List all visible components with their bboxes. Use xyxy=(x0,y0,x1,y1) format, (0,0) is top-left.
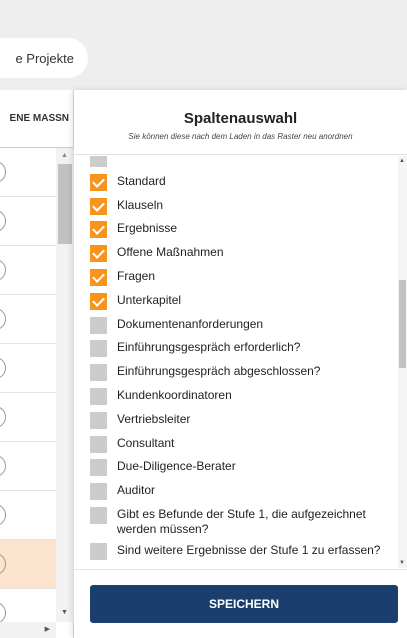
checkbox-unchecked[interactable] xyxy=(90,156,107,167)
column-option-label: Consultant xyxy=(117,435,175,450)
column-option[interactable]: Einführungsgespräch abgeschlossen? xyxy=(90,362,390,386)
table-row[interactable] xyxy=(0,246,56,295)
row-status-icon[interactable] xyxy=(0,357,6,379)
column-option[interactable]: Due-Diligence-Berater xyxy=(90,457,390,481)
checkbox-checked[interactable] xyxy=(90,245,107,263)
scroll-down-icon[interactable]: ▼ xyxy=(399,560,405,566)
column-option-label: Einführungsgespräch erforderlich? xyxy=(117,340,301,355)
column-option-label: Vertriebsleiter xyxy=(117,411,191,426)
projects-tab[interactable]: e Projekte xyxy=(0,38,88,78)
column-option[interactable]: Auditor xyxy=(90,481,390,505)
checkbox-unchecked[interactable] xyxy=(90,364,107,382)
row-status-icon[interactable] xyxy=(0,504,6,526)
column-option-label: Kundenkoordinatoren xyxy=(117,387,232,402)
table-row-selected[interactable] xyxy=(0,540,56,589)
column-option-label: Ergebnisse xyxy=(117,221,178,236)
table-row[interactable] xyxy=(0,148,56,197)
column-option[interactable] xyxy=(90,156,390,172)
row-status-icon[interactable] xyxy=(0,259,6,281)
scrollbar-thumb[interactable] xyxy=(399,280,406,368)
panel-scrollbar[interactable]: ▲ ▼ xyxy=(398,156,407,568)
column-option[interactable]: Sind weitere Ergebnisse der Stufe 1 zu e… xyxy=(90,541,390,568)
checkbox-unchecked[interactable] xyxy=(90,459,107,477)
checkbox-unchecked[interactable] xyxy=(90,435,107,453)
column-option[interactable]: Offene Maßnahmen xyxy=(90,243,390,267)
table-row[interactable] xyxy=(0,491,56,540)
column-option-label: Sind weitere Ergebnisse der Stufe 1 zu e… xyxy=(117,542,381,557)
checkbox-unchecked[interactable] xyxy=(90,542,107,560)
background-grid: ENE MASSN ▲ ▼ ▶ xyxy=(0,90,74,638)
table-row[interactable] xyxy=(0,442,56,491)
checkbox-unchecked[interactable] xyxy=(90,506,107,524)
table-row[interactable] xyxy=(0,197,56,246)
row-status-icon[interactable] xyxy=(0,308,6,330)
column-option-label: Gibt es Befunde der Stufe 1, die aufgeze… xyxy=(117,506,366,536)
scrollbar-thumb[interactable] xyxy=(58,164,72,244)
scroll-up-icon[interactable]: ▲ xyxy=(399,158,405,164)
checkbox-checked[interactable] xyxy=(90,268,107,286)
column-option-label: Due-Diligence-Berater xyxy=(117,459,236,474)
projects-tab-label: e Projekte xyxy=(15,50,74,66)
checkbox-unchecked[interactable] xyxy=(90,483,107,501)
column-option[interactable]: Kundenkoordinatoren xyxy=(90,386,390,410)
row-status-icon[interactable] xyxy=(0,455,6,477)
column-option[interactable]: Ergebnisse xyxy=(90,219,390,243)
table-row[interactable] xyxy=(0,393,56,442)
column-option[interactable]: Klauseln xyxy=(90,196,390,220)
checkbox-checked[interactable] xyxy=(90,221,107,239)
grid-vertical-scrollbar[interactable]: ▲ ▼ xyxy=(56,148,74,622)
scroll-down-icon[interactable]: ▼ xyxy=(61,609,68,616)
row-status-icon[interactable] xyxy=(0,602,6,624)
column-option-label: Standard xyxy=(117,173,166,188)
panel-subtitle: Sie können diese nach dem Laden in das R… xyxy=(128,132,353,141)
column-option-label: Offene Maßnahmen xyxy=(117,245,224,260)
checkbox-unchecked[interactable] xyxy=(90,387,107,405)
column-selection-panel: Spaltenauswahl Sie können diese nach dem… xyxy=(74,90,407,638)
grid-column-header[interactable]: ENE MASSN xyxy=(0,90,73,148)
scroll-up-icon[interactable]: ▲ xyxy=(61,152,68,159)
divider xyxy=(74,154,407,155)
table-row[interactable] xyxy=(0,295,56,344)
grid-horizontal-scrollbar[interactable]: ▶ xyxy=(0,622,56,638)
column-option-label: Unterkapitel xyxy=(117,292,182,307)
checkbox-unchecked[interactable] xyxy=(90,316,107,334)
table-row[interactable] xyxy=(0,344,56,393)
row-status-icon[interactable] xyxy=(0,553,6,575)
column-option[interactable]: Gibt es Befunde der Stufe 1, die aufgeze… xyxy=(90,505,390,541)
column-option[interactable]: Einführungsgespräch erforderlich? xyxy=(90,338,390,362)
scroll-right-icon[interactable]: ▶ xyxy=(45,625,50,633)
column-option-label: Klauseln xyxy=(117,197,164,212)
column-option[interactable]: Fragen xyxy=(90,267,390,291)
row-status-icon[interactable] xyxy=(0,406,6,428)
column-option[interactable]: Vertriebsleiter xyxy=(90,410,390,434)
checkbox-checked[interactable] xyxy=(90,197,107,215)
column-option[interactable]: Unterkapitel xyxy=(90,291,390,315)
column-option[interactable]: Dokumentenanforderungen xyxy=(90,315,390,339)
column-option-label: Dokumentenanforderungen xyxy=(117,316,264,331)
column-option[interactable]: Standard xyxy=(90,172,390,196)
column-option[interactable]: Consultant xyxy=(90,434,390,458)
save-button[interactable]: SPEICHERN xyxy=(90,585,398,623)
panel-title: Spaltenauswahl xyxy=(183,110,298,127)
column-option-label: Auditor xyxy=(117,483,156,498)
checkbox-checked[interactable] xyxy=(90,173,107,191)
row-status-icon[interactable] xyxy=(0,161,6,183)
column-option-label: Fragen xyxy=(117,268,156,283)
checkbox-unchecked[interactable] xyxy=(90,411,107,429)
column-list: Standard Klauseln Ergebnisse Offene Maßnahm… xyxy=(74,156,407,568)
checkbox-checked[interactable] xyxy=(90,292,107,310)
column-option-label: Einführungsgespräch abgeschlossen? xyxy=(117,364,321,379)
checkbox-unchecked[interactable] xyxy=(90,340,107,358)
divider xyxy=(74,569,407,570)
row-status-icon[interactable] xyxy=(0,210,6,232)
top-bar: e Projekte xyxy=(0,0,407,90)
